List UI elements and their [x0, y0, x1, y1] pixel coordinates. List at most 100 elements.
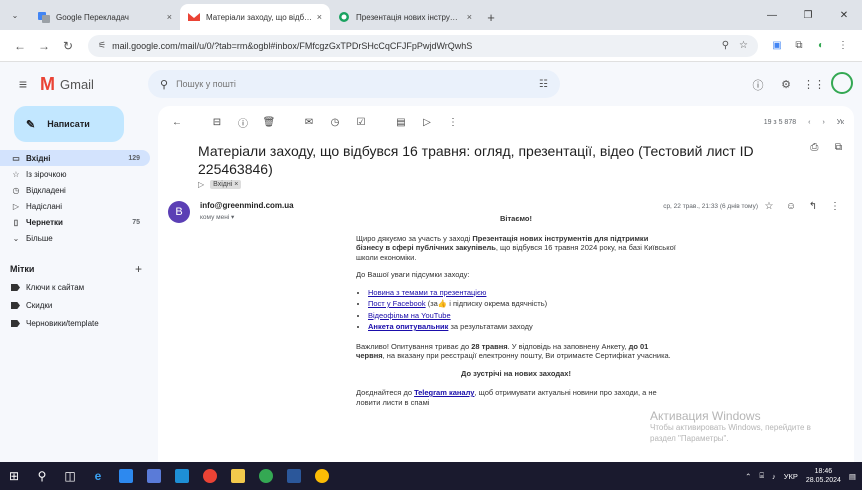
compose-button[interactable]: ✎ Написати: [14, 106, 124, 142]
sidebar-item-snoozed[interactable]: ◷ Відкладені: [0, 182, 150, 198]
omnibox[interactable]: ⚟ mail.google.com/mail/u/0/?tab=rm&ogbl#…: [88, 34, 758, 57]
tab-google-translate[interactable]: Google Перекладач ×: [30, 4, 180, 30]
sidebar-item-starred[interactable]: ☆ Із зірочкою: [0, 166, 150, 182]
list-item: Новина з темами та презентацією: [368, 288, 676, 298]
sidebar-item-label: Чернетки: [26, 217, 63, 227]
site-info-icon[interactable]: ⚟: [98, 40, 106, 51]
browser-menu-icon[interactable]: ⋮: [832, 40, 854, 51]
search-icon[interactable]: ⚲: [160, 78, 168, 91]
sender-email[interactable]: info@greenmind.com.ua: [200, 201, 294, 210]
help-icon[interactable]: ⓘ: [744, 77, 772, 93]
tab-close-icon[interactable]: ×: [167, 12, 172, 22]
main-menu-icon[interactable]: ≡: [0, 76, 40, 92]
search-filter-icon[interactable]: ☷: [539, 79, 548, 90]
news-link[interactable]: Новина з темами та презентацією: [368, 288, 486, 297]
zoom-icon[interactable]: ⚲: [722, 40, 729, 51]
sidebar-item-inbox[interactable]: ▭ Вхідні 129: [0, 150, 150, 166]
star-icon[interactable]: ☆: [758, 201, 780, 212]
settings-gear-icon[interactable]: ⚙: [772, 78, 800, 91]
start-windows-icon[interactable]: ⊞: [0, 462, 28, 490]
input-language-indicator[interactable]: УКР: [784, 472, 798, 481]
tab-search-icon[interactable]: ⌄: [0, 0, 30, 30]
snooze-icon[interactable]: ◷: [322, 117, 348, 128]
mark-unread-icon[interactable]: ✉: [296, 117, 322, 128]
chrome-icon[interactable]: [308, 462, 336, 490]
apps-grid-icon[interactable]: ⋮⋮: [800, 78, 828, 91]
add-task-icon[interactable]: ☑: [348, 117, 374, 128]
chrome-icon[interactable]: [252, 462, 280, 490]
inbox-label-chip[interactable]: Вхідні ×: [210, 180, 242, 189]
survey-link[interactable]: Анкета опитувальник: [368, 322, 448, 331]
account-avatar[interactable]: [828, 72, 856, 97]
taskbar: ⊞ ⚲ ◫ e ⌃ ⌸ ♪ УКР 18:46 28.05.2024 ▤: [0, 462, 862, 490]
file-explorer-icon[interactable]: [224, 462, 252, 490]
volume-icon[interactable]: ♪: [772, 472, 776, 481]
prev-message-icon[interactable]: ‹: [808, 119, 810, 126]
app-icon[interactable]: [168, 462, 196, 490]
url-text[interactable]: mail.google.com/mail/u/0/?tab=rm&ogbl#in…: [112, 41, 712, 51]
back-to-inbox-icon[interactable]: ←: [164, 117, 190, 128]
tab-close-icon[interactable]: ×: [317, 12, 322, 22]
sidebar-item-sent[interactable]: ▷ Надіслані: [0, 198, 150, 214]
print-icon[interactable]: ⎙: [810, 142, 818, 153]
sender-avatar[interactable]: B: [168, 201, 190, 223]
reply-icon[interactable]: ↰: [802, 201, 824, 212]
search-bar[interactable]: ⚲ ☷: [148, 70, 560, 98]
clock[interactable]: 18:46 28.05.2024: [806, 467, 841, 485]
delete-icon[interactable]: 🗑: [256, 117, 282, 128]
app-icon[interactable]: [112, 462, 140, 490]
sidebar-item-label: Відкладені: [26, 185, 66, 195]
tab-gmail[interactable]: Матеріали заходу, що відбувся ×: [180, 4, 330, 30]
archive-icon[interactable]: ⊟: [204, 117, 230, 128]
input-language[interactable]: Ук: [837, 119, 844, 126]
back-icon[interactable]: ←: [8, 39, 32, 53]
more-icon[interactable]: ⋮: [824, 201, 846, 212]
closing-line: До зустрічі на нових заходах!: [461, 368, 571, 378]
network-icon[interactable]: ⌸: [759, 471, 764, 481]
label-item[interactable]: Ключи к сайтам: [0, 278, 156, 296]
emoji-reaction-icon[interactable]: ☺: [780, 201, 802, 212]
search-input[interactable]: [176, 79, 540, 89]
profile-icon[interactable]: ◐: [810, 40, 832, 51]
sidebar-item-drafts[interactable]: ▯ Чернетки 75: [0, 214, 150, 230]
extension-icon[interactable]: ▣: [766, 40, 788, 51]
label-icon[interactable]: ▷: [414, 117, 440, 128]
minimize-icon[interactable]: —: [754, 0, 790, 30]
tray-arrow-icon[interactable]: ⌃: [745, 472, 751, 481]
tab-presentation[interactable]: Презентація нових інструмент ×: [330, 4, 480, 30]
taskbar-search-icon[interactable]: ⚲: [28, 462, 56, 490]
chrome-icon[interactable]: [196, 462, 224, 490]
telegram-link[interactable]: Telegram каналу: [414, 388, 474, 397]
recipient-details[interactable]: кому мені ▾: [200, 213, 234, 221]
new-tab-button[interactable]: +: [480, 4, 502, 30]
gmail-logo-text: Gmail: [60, 76, 94, 92]
edge-icon[interactable]: e: [84, 462, 112, 490]
label-item[interactable]: Скидки: [0, 296, 156, 314]
label-item[interactable]: Черновики/template: [0, 314, 156, 332]
importance-marker-icon[interactable]: ▷: [198, 180, 204, 189]
facebook-link[interactable]: Пост у Facebook: [368, 299, 426, 308]
avatar-circle: [831, 72, 853, 94]
forward-icon[interactable]: →: [32, 39, 56, 53]
open-new-window-icon[interactable]: ⧉: [835, 142, 842, 153]
word-icon[interactable]: [280, 462, 308, 490]
gmail-logo[interactable]: M Gmail: [40, 74, 150, 95]
task-view-icon[interactable]: ◫: [56, 462, 84, 490]
more-options-icon[interactable]: ⋮: [440, 117, 466, 128]
close-window-icon[interactable]: ✕: [826, 0, 862, 30]
tab-label: Google Перекладач: [56, 12, 129, 22]
move-to-icon[interactable]: ▤: [388, 117, 414, 128]
youtube-link[interactable]: Відеофільм на YouTube: [368, 311, 451, 320]
bookmark-star-icon[interactable]: ☆: [739, 40, 748, 51]
report-spam-icon[interactable]: ⓘ: [230, 115, 256, 130]
sidebar-item-more[interactable]: ⌄ Більше: [0, 230, 150, 246]
sidebar-item-label: Вхідні: [26, 153, 51, 163]
extensions-puzzle-icon[interactable]: ⧉: [788, 40, 810, 51]
reload-icon[interactable]: ↻: [56, 39, 80, 53]
notifications-icon[interactable]: ▤: [849, 472, 856, 481]
add-label-icon[interactable]: +: [135, 262, 142, 276]
restore-icon[interactable]: ❐: [790, 0, 826, 30]
app-icon[interactable]: [140, 462, 168, 490]
tab-close-icon[interactable]: ×: [467, 12, 472, 22]
next-message-icon[interactable]: ›: [822, 119, 824, 126]
